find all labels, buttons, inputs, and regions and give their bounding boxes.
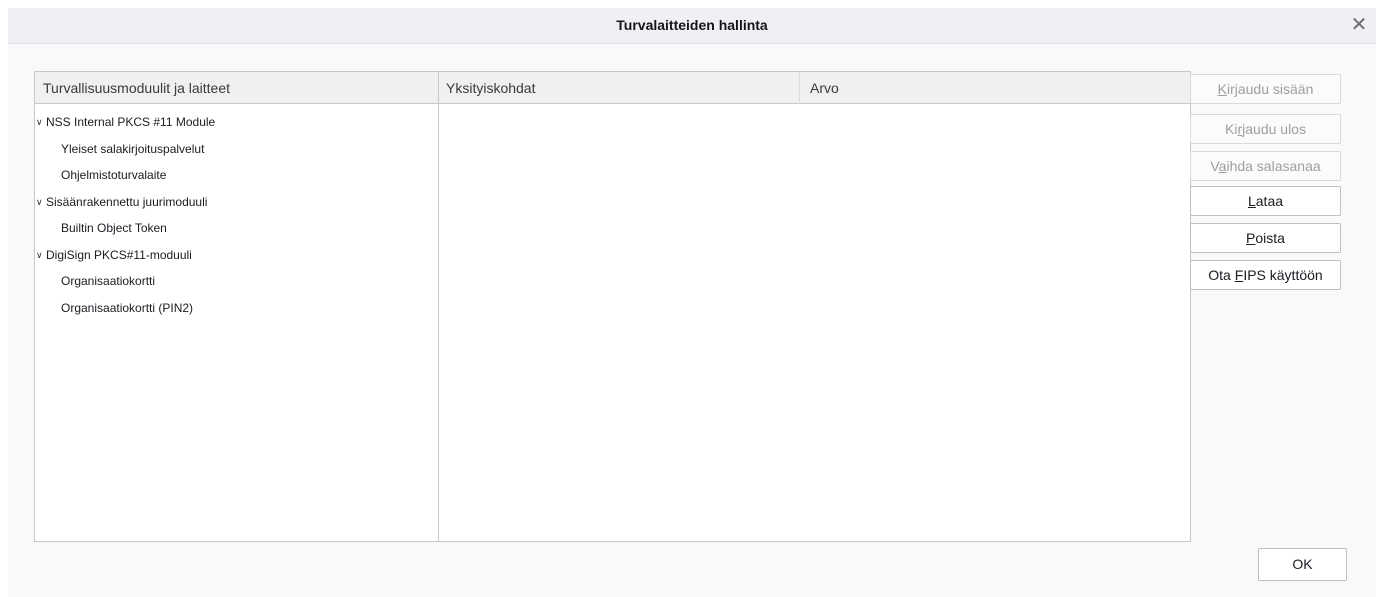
tree-body: ∨ NSS Internal PKCS #11 Module Yleiset sa… xyxy=(35,109,438,321)
accesskey: L xyxy=(1247,193,1256,209)
tree-item-device[interactable]: Yleiset salakirjoituspalvelut xyxy=(35,136,438,163)
tree-column-header[interactable]: Turvallisuusmoduulit ja laitteet xyxy=(35,72,438,104)
button-label: irjaudu sisään xyxy=(1226,81,1314,97)
device-manager-dialog: Turvalaitteiden hallinta ✕ Turvallisuusm… xyxy=(8,8,1376,597)
module-label: NSS Internal PKCS #11 Module xyxy=(46,115,216,129)
chevron-down-icon[interactable]: ∨ xyxy=(36,109,46,136)
load-button[interactable]: Lataa xyxy=(1190,186,1341,216)
close-icon[interactable]: ✕ xyxy=(1346,12,1372,38)
tree-item-module[interactable]: ∨ NSS Internal PKCS #11 Module xyxy=(35,109,438,136)
module-label: Sisäänrakennettu juurimoduuli xyxy=(46,194,208,209)
tree-item-device[interactable]: Ohjelmistoturvalaite xyxy=(35,162,438,189)
button-label: IPS käyttöön xyxy=(1243,267,1323,283)
logout-button[interactable]: Kirjaudu ulos xyxy=(1190,114,1341,144)
enable-fips-button[interactable]: Ota FIPS käyttöön xyxy=(1190,260,1341,290)
tree-item-device[interactable]: Organisaatiokortti (PIN2) xyxy=(35,295,438,322)
details-header-row: Yksityiskohdat Arvo xyxy=(439,72,1190,104)
tree-item-device[interactable]: Builtin Object Token xyxy=(35,215,438,242)
dialog-title: Turvalaitteiden hallinta xyxy=(616,17,768,33)
details-table[interactable]: Yksityiskohdat Arvo xyxy=(438,71,1191,542)
title-bar: Turvalaitteiden hallinta ✕ xyxy=(8,8,1376,44)
tree-item-module[interactable]: ∨ Sisäänrakennettu juurimoduuli xyxy=(35,189,438,216)
button-label: Ki xyxy=(1225,121,1238,137)
chevron-down-icon[interactable]: ∨ xyxy=(36,242,46,269)
button-label: Ota xyxy=(1208,267,1235,283)
button-label: ihda salasanaa xyxy=(1226,158,1321,174)
module-label: DigiSign PKCS#11-moduuli xyxy=(46,247,192,262)
change-password-button[interactable]: Vaihda salasanaa xyxy=(1190,151,1341,181)
modules-tree[interactable]: Turvallisuusmoduulit ja laitteet ∨ NSS In… xyxy=(34,71,439,542)
ok-button[interactable]: OK xyxy=(1258,548,1347,581)
unload-button[interactable]: Poista xyxy=(1190,223,1341,253)
chevron-down-icon[interactable]: ∨ xyxy=(36,189,46,216)
tree-item-device[interactable]: Organisaatiokortti xyxy=(35,268,438,295)
details-column-header[interactable]: Yksityiskohdat xyxy=(439,72,800,104)
button-label: ataa xyxy=(1255,193,1284,209)
accesskey: P xyxy=(1246,230,1256,246)
button-label: jaudu ulos xyxy=(1242,121,1306,137)
accesskey: K xyxy=(1217,81,1227,97)
button-label: oista xyxy=(1255,230,1285,246)
value-column-header[interactable]: Arvo xyxy=(800,72,1190,104)
button-label: V xyxy=(1210,158,1219,174)
login-button[interactable]: Kirjaudu sisään xyxy=(1190,74,1341,104)
tree-item-module[interactable]: ∨ DigiSign PKCS#11-moduuli xyxy=(35,242,438,269)
